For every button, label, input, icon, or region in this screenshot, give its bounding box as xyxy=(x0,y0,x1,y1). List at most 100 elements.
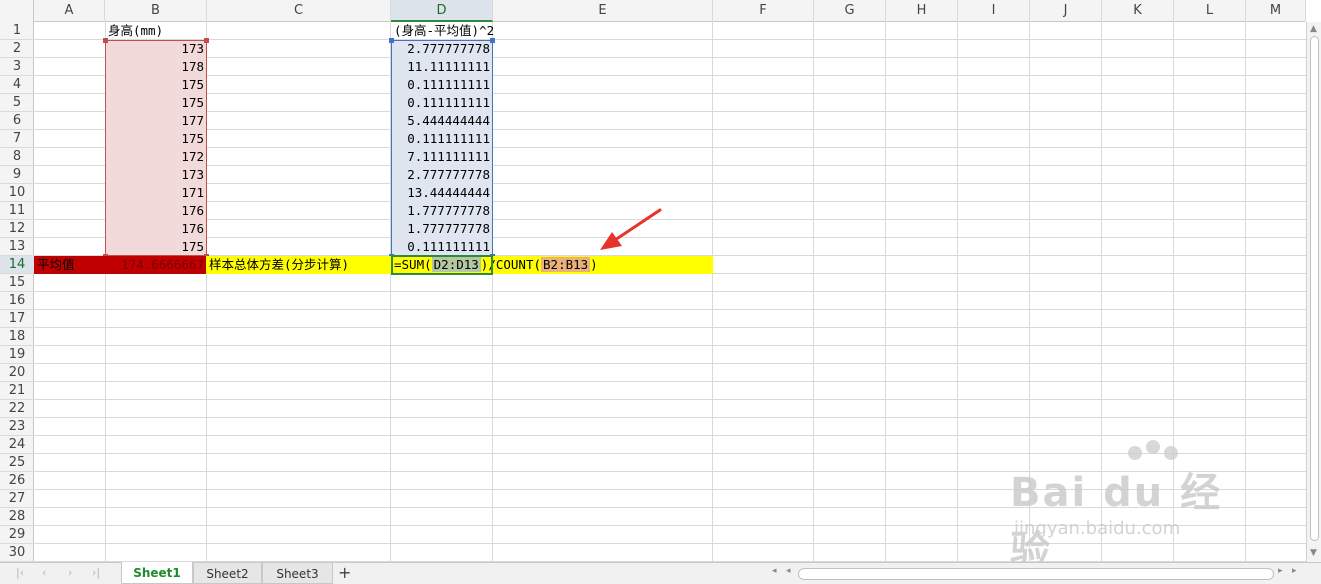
prev-sheet-icon[interactable]: ‹ xyxy=(42,566,46,579)
scroll-right-icon[interactable]: ▸ xyxy=(1278,566,1283,576)
row-header-bar: 1 2 3 4 5 6 7 8 9 10 11 12 13 14 15 16 17 18 19 20 21 22 23 24 2… xyxy=(0,22,34,562)
row-header-21[interactable]: 21 xyxy=(0,382,34,400)
tab-sheet3[interactable]: Sheet3 xyxy=(262,562,333,584)
next-sheet-icon[interactable]: › xyxy=(68,566,72,579)
cell-b8[interactable]: 172 xyxy=(106,148,206,166)
watermark-url: jingyan.baidu.com xyxy=(1014,518,1181,539)
row-header-24[interactable]: 24 xyxy=(0,436,34,454)
cell-b3[interactable]: 178 xyxy=(106,58,206,76)
column-header-j[interactable]: J xyxy=(1030,0,1102,22)
sheet-tab-bar: |‹ ‹ › ›| Sheet1 Sheet2 Sheet3 + ◂ ◂ ▸ ▸ xyxy=(0,562,1321,584)
active-cell-cursor[interactable] xyxy=(391,255,493,275)
cell-d5[interactable]: 0.111111111 xyxy=(392,94,492,112)
column-header-g[interactable]: G xyxy=(814,0,886,22)
column-header-i[interactable]: I xyxy=(958,0,1030,22)
row-header-25[interactable]: 25 xyxy=(0,454,34,472)
vertical-scrollbar[interactable]: ▲ ▼ xyxy=(1306,22,1321,562)
cell-d12[interactable]: 1.777777778 xyxy=(392,220,492,238)
row-header-7[interactable]: 7 xyxy=(0,130,34,148)
cell-b12[interactable]: 176 xyxy=(106,220,206,238)
column-header-h[interactable]: H xyxy=(886,0,958,22)
scroll-left-icon[interactable]: ◂ xyxy=(786,566,791,576)
column-header-bar: A B C D E F G H I J K L M xyxy=(0,0,1306,22)
row-header-22[interactable]: 22 xyxy=(0,400,34,418)
row-header-17[interactable]: 17 xyxy=(0,310,34,328)
cell-d9[interactable]: 2.777777778 xyxy=(392,166,492,184)
row-header-14[interactable]: 14 xyxy=(0,256,34,274)
horizontal-scroll-thumb[interactable] xyxy=(798,568,1274,580)
cell-d10[interactable]: 13.44444444 xyxy=(392,184,492,202)
row-header-9[interactable]: 9 xyxy=(0,166,34,184)
row-header-27[interactable]: 27 xyxy=(0,490,34,508)
cell-d7[interactable]: 0.111111111 xyxy=(392,130,492,148)
cell-b2[interactable]: 173 xyxy=(106,40,206,58)
row-header-19[interactable]: 19 xyxy=(0,346,34,364)
tab-sheet2[interactable]: Sheet2 xyxy=(193,562,262,584)
row-header-20[interactable]: 20 xyxy=(0,364,34,382)
column-header-a[interactable]: A xyxy=(34,0,105,22)
cell-b7[interactable]: 175 xyxy=(106,130,206,148)
cell-b13[interactable]: 175 xyxy=(106,238,206,256)
row-header-11[interactable]: 11 xyxy=(0,202,34,220)
row-header-12[interactable]: 12 xyxy=(0,220,34,238)
first-sheet-icon[interactable]: |‹ xyxy=(16,566,24,579)
select-all-corner[interactable] xyxy=(0,0,34,22)
tab-sheet1[interactable]: Sheet1 xyxy=(121,562,193,584)
row-header-18[interactable]: 18 xyxy=(0,328,34,346)
cell-d11[interactable]: 1.777777778 xyxy=(392,202,492,220)
paw-icon xyxy=(1128,446,1142,460)
column-header-c[interactable]: C xyxy=(207,0,391,22)
row-header-4[interactable]: 4 xyxy=(0,76,34,94)
vertical-scroll-thumb[interactable] xyxy=(1310,36,1319,541)
row-header-1[interactable]: 1 xyxy=(0,22,34,40)
row-header-30[interactable]: 30 xyxy=(0,544,34,562)
row-header-26[interactable]: 26 xyxy=(0,472,34,490)
row-header-29[interactable]: 29 xyxy=(0,526,34,544)
scroll-left-icon[interactable]: ◂ xyxy=(772,566,777,576)
cell-d8[interactable]: 7.111111111 xyxy=(392,148,492,166)
cell-b5[interactable]: 175 xyxy=(106,94,206,112)
cell-b11[interactable]: 176 xyxy=(106,202,206,220)
scroll-up-icon[interactable]: ▲ xyxy=(1310,24,1317,34)
column-header-l[interactable]: L xyxy=(1174,0,1246,22)
row-header-3[interactable]: 3 xyxy=(0,58,34,76)
row-header-6[interactable]: 6 xyxy=(0,112,34,130)
cell-d6[interactable]: 5.444444444 xyxy=(392,112,492,130)
column-header-f[interactable]: F xyxy=(713,0,814,22)
cell-b9[interactable]: 173 xyxy=(106,166,206,184)
cell-d13[interactable]: 0.111111111 xyxy=(392,238,492,256)
baidu-watermark: Bai du 经验 jingyan.baidu.com xyxy=(1010,440,1260,574)
cell-a14[interactable]: 平均值 xyxy=(35,256,105,274)
row-header-8[interactable]: 8 xyxy=(0,148,34,166)
column-header-m[interactable]: M xyxy=(1246,0,1306,22)
row-header-28[interactable]: 28 xyxy=(0,508,34,526)
cell-b1[interactable]: 身高(mm) xyxy=(106,22,206,40)
cell-c14[interactable]: 样本总体方差(分步计算) xyxy=(207,256,391,274)
cell-d1[interactable]: (身高-平均值)^2 xyxy=(392,22,592,40)
cell-d4[interactable]: 0.111111111 xyxy=(392,76,492,94)
cell-b4[interactable]: 175 xyxy=(106,76,206,94)
row-header-23[interactable]: 23 xyxy=(0,418,34,436)
row-header-13[interactable]: 13 xyxy=(0,238,34,256)
cell-d3[interactable]: 11.11111111 xyxy=(392,58,492,76)
scroll-right-icon[interactable]: ▸ xyxy=(1292,566,1297,576)
column-header-d[interactable]: D xyxy=(391,0,493,22)
cell-b14[interactable]: 174.6666667 xyxy=(106,256,206,274)
formula-range-ref-b: B2:B13 xyxy=(541,257,591,272)
cell-b10[interactable]: 171 xyxy=(106,184,206,202)
column-header-k[interactable]: K xyxy=(1102,0,1174,22)
row-header-16[interactable]: 16 xyxy=(0,292,34,310)
last-sheet-icon[interactable]: ›| xyxy=(92,566,100,579)
cell-d2[interactable]: 2.777777778 xyxy=(392,40,492,58)
row-header-15[interactable]: 15 xyxy=(0,274,34,292)
row-header-10[interactable]: 10 xyxy=(0,184,34,202)
column-header-e[interactable]: E xyxy=(493,0,713,22)
column-header-b[interactable]: B xyxy=(105,0,207,22)
scroll-down-icon[interactable]: ▼ xyxy=(1310,548,1317,558)
add-sheet-icon[interactable]: + xyxy=(338,563,351,582)
horizontal-scrollbar[interactable]: ◂ ◂ ▸ ▸ xyxy=(768,566,1306,582)
cell-b6[interactable]: 177 xyxy=(106,112,206,130)
formula-suffix: ) xyxy=(590,257,598,272)
row-header-2[interactable]: 2 xyxy=(0,40,34,58)
row-header-5[interactable]: 5 xyxy=(0,94,34,112)
